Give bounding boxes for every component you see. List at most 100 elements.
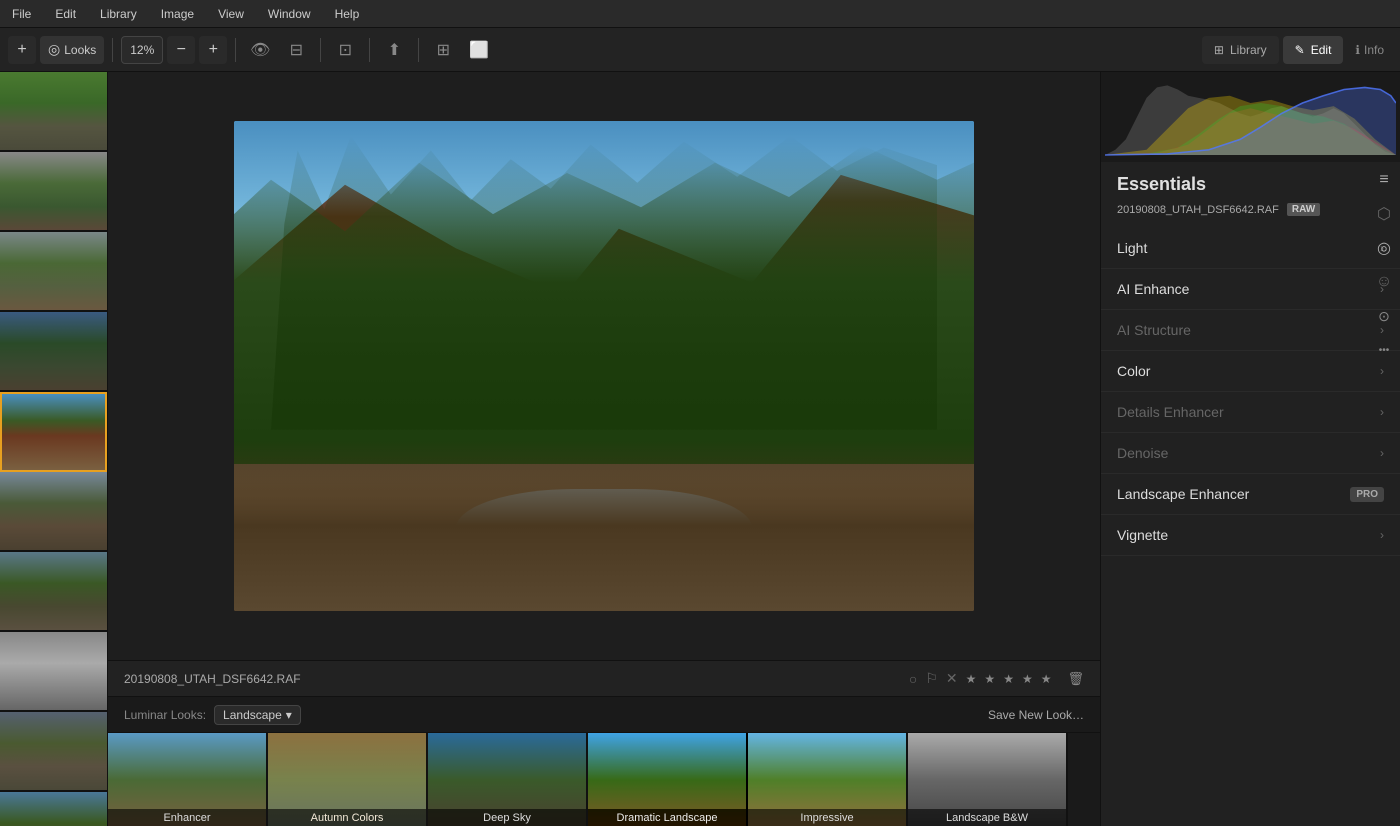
look-deep-sky[interactable]: Deep Sky <box>428 733 588 826</box>
separator-5 <box>418 38 419 62</box>
section-vignette[interactable]: Vignette › <box>1101 515 1400 556</box>
look-name-dramatic: Dramatic Landscape <box>588 809 746 826</box>
section-arrow-vignette: › <box>1380 528 1384 542</box>
section-label-landscape: Landscape Enhancer <box>1117 486 1249 502</box>
looks-thumbnails: Enhancer Autumn Colors Deep Sky Dramatic… <box>108 733 1100 826</box>
separator-4 <box>369 38 370 62</box>
look-dramatic-landscape[interactable]: Dramatic Landscape <box>588 733 748 826</box>
toolbar: + ◎ Looks 12% − + 👁 ⊟ ⊡ ⬆ ⊞ ⬜ ⊞ Library … <box>0 28 1400 72</box>
look-enhancer[interactable]: Enhancer <box>108 733 268 826</box>
star-2[interactable]: ★ <box>984 672 995 686</box>
zoom-minus[interactable]: − <box>167 36 195 64</box>
delete-button[interactable]: 🗑 <box>1067 671 1084 687</box>
color-icon-btn[interactable]: ◎ <box>1370 234 1398 262</box>
fullscreen-button[interactable]: ⬜ <box>463 34 495 66</box>
section-label-ai-structure: AI Structure <box>1117 322 1191 338</box>
section-ai-enhance[interactable]: AI Enhance › <box>1101 269 1400 310</box>
looks-dropdown[interactable]: Landscape ▾ <box>214 705 301 725</box>
pro-badge: PRO <box>1350 487 1384 502</box>
star-5[interactable]: ★ <box>1041 672 1052 686</box>
zoom-plus[interactable]: + <box>199 36 227 64</box>
adjust-icon-btn[interactable]: ⬡ <box>1370 200 1398 228</box>
filmstrip-thumb-1[interactable] <box>0 72 107 152</box>
looks-icon: ◎ <box>48 41 60 58</box>
info-tab[interactable]: ℹ Info <box>1347 36 1392 64</box>
flag-icon[interactable]: ⚐ <box>925 670 938 687</box>
rating-area: ○ ⚐ ✕ ★ ★ ★ ★ ★ 🗑 <box>909 670 1084 687</box>
toolbar-right: ⊞ Library ✎ Edit ℹ Info <box>1202 36 1392 64</box>
share-button[interactable]: ⬆ <box>378 34 410 66</box>
add-button[interactable]: + <box>8 36 36 64</box>
histogram-chart <box>1105 76 1396 156</box>
filmstrip-thumb-4[interactable] <box>0 312 107 392</box>
reject-icon[interactable]: ✕ <box>946 670 958 687</box>
section-color[interactable]: Color › <box>1101 351 1400 392</box>
section-details-enhancer[interactable]: Details Enhancer › <box>1101 392 1400 433</box>
dropdown-arrow: ▾ <box>286 708 292 722</box>
section-label-vignette: Vignette <box>1117 527 1168 543</box>
filmstrip-thumb-3[interactable] <box>0 232 107 312</box>
landscape-enhancer-right: PRO <box>1350 487 1384 502</box>
more-icon-btn[interactable]: ••• <box>1370 336 1398 364</box>
menu-window[interactable]: Window <box>264 5 315 23</box>
look-name-bw: Landscape B&W <box>908 809 1066 826</box>
section-light[interactable]: Light › <box>1101 228 1400 269</box>
menu-image[interactable]: Image <box>157 5 198 23</box>
image-viewer <box>108 72 1100 660</box>
filmstrip-thumb-2[interactable] <box>0 152 107 232</box>
section-label-color: Color <box>1117 363 1150 379</box>
star-3[interactable]: ★ <box>1003 672 1014 686</box>
right-panel: ≡ ⬡ ◎ ☺ ⊙ ••• Essentials 20190808_UTAH_D… <box>1100 72 1400 826</box>
info-icon: ℹ <box>1355 43 1360 57</box>
preview-button[interactable]: 👁 <box>244 34 276 66</box>
bottom-bar: 20190808_UTAH_DSF6642.RAF ○ ⚐ ✕ ★ ★ ★ ★ … <box>108 660 1100 696</box>
filmstrip-thumb-7[interactable] <box>0 552 107 632</box>
filmstrip-thumb-6[interactable] <box>0 472 107 552</box>
menu-library[interactable]: Library <box>96 5 141 23</box>
looks-strip: Luminar Looks: Landscape ▾ Save New Look… <box>108 696 1100 826</box>
save-new-look-button[interactable]: Save New Look… <box>988 708 1084 722</box>
look-landscape-bw[interactable]: Landscape B&W <box>908 733 1068 826</box>
menu-help[interactable]: Help <box>331 5 364 23</box>
looks-button[interactable]: ◎ Looks <box>40 36 104 64</box>
layers-icon-btn[interactable]: ≡ <box>1370 166 1398 194</box>
section-ai-structure[interactable]: AI Structure › <box>1101 310 1400 351</box>
looks-label: Luminar Looks: <box>124 708 206 722</box>
grid-button[interactable]: ⊞ <box>427 34 459 66</box>
library-icon: ⊞ <box>1214 43 1224 57</box>
looks-header: Luminar Looks: Landscape ▾ Save New Look… <box>108 697 1100 733</box>
compare-button[interactable]: ⊟ <box>280 34 312 66</box>
edit-icon: ✎ <box>1295 43 1305 57</box>
menu-bar: File Edit Library Image View Window Help <box>0 0 1400 28</box>
section-denoise[interactable]: Denoise › <box>1101 433 1400 474</box>
image-filename: 20190808_UTAH_DSF6642.RAF <box>124 672 301 686</box>
right-panel-icons: ≡ ⬡ ◎ ☺ ⊙ ••• <box>1368 162 1400 368</box>
crop-button[interactable]: ⊡ <box>329 34 361 66</box>
essentials-panel: Essentials 20190808_UTAH_DSF6642.RAF RAW… <box>1101 162 1400 826</box>
filmstrip-thumb-5[interactable] <box>0 392 107 472</box>
filmstrip-thumb-8[interactable] <box>0 632 107 712</box>
canvas-area: 20190808_UTAH_DSF6642.RAF ○ ⚐ ✕ ★ ★ ★ ★ … <box>108 72 1100 826</box>
menu-file[interactable]: File <box>8 5 35 23</box>
file-name-row: 20190808_UTAH_DSF6642.RAF RAW <box>1101 199 1400 228</box>
menu-view[interactable]: View <box>214 5 248 23</box>
section-landscape-enhancer[interactable]: Landscape Enhancer PRO <box>1101 474 1400 515</box>
library-tab[interactable]: ⊞ Library <box>1202 36 1279 64</box>
edit-tab[interactable]: ✎ Edit <box>1283 36 1344 64</box>
clock-icon-btn[interactable]: ⊙ <box>1370 302 1398 330</box>
main-content: 20190808_UTAH_DSF6642.RAF ○ ⚐ ✕ ★ ★ ★ ★ … <box>0 72 1400 826</box>
raw-badge: RAW <box>1287 203 1320 216</box>
face-icon-btn[interactable]: ☺ <box>1370 268 1398 296</box>
circle-icon[interactable]: ○ <box>909 671 917 687</box>
star-1[interactable]: ★ <box>966 672 977 686</box>
filmstrip-thumb-9[interactable] <box>0 712 107 792</box>
star-4[interactable]: ★ <box>1022 672 1033 686</box>
look-autumn-colors[interactable]: Autumn Colors <box>268 733 428 826</box>
zoom-display[interactable]: 12% <box>121 36 163 64</box>
look-name-autumn: Autumn Colors <box>268 809 426 826</box>
filmstrip-thumb-10[interactable] <box>0 792 107 826</box>
menu-edit[interactable]: Edit <box>51 5 80 23</box>
filmstrip <box>0 72 108 826</box>
look-impressive[interactable]: Impressive <box>748 733 908 826</box>
panel-title: Essentials <box>1101 162 1400 199</box>
